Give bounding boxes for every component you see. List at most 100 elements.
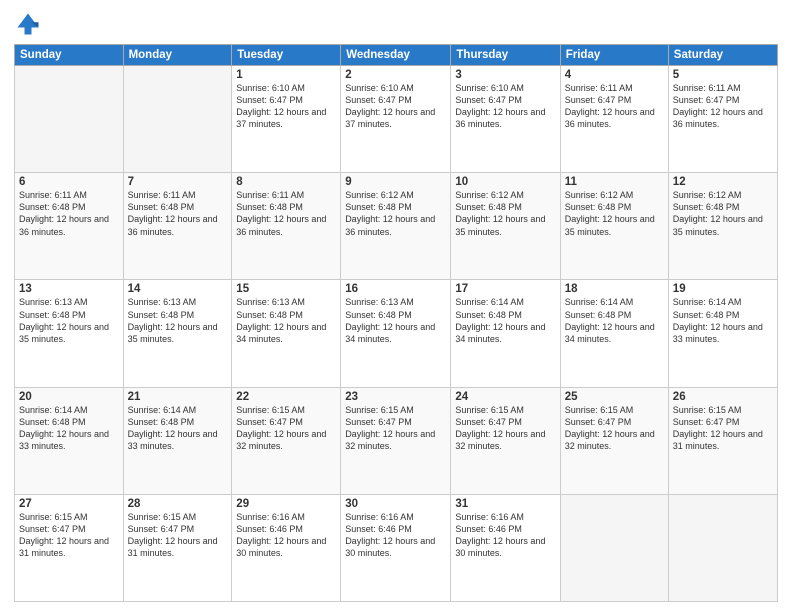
day-info: Sunrise: 6:15 AMSunset: 6:47 PMDaylight:… — [345, 404, 446, 453]
calendar-cell: 22Sunrise: 6:15 AMSunset: 6:47 PMDayligh… — [232, 387, 341, 494]
calendar-cell: 2Sunrise: 6:10 AMSunset: 6:47 PMDaylight… — [341, 66, 451, 173]
calendar: SundayMondayTuesdayWednesdayThursdayFrid… — [14, 44, 778, 602]
day-info: Sunrise: 6:15 AMSunset: 6:47 PMDaylight:… — [128, 511, 228, 560]
calendar-cell: 8Sunrise: 6:11 AMSunset: 6:48 PMDaylight… — [232, 173, 341, 280]
calendar-cell: 16Sunrise: 6:13 AMSunset: 6:48 PMDayligh… — [341, 280, 451, 387]
day-info: Sunrise: 6:16 AMSunset: 6:46 PMDaylight:… — [345, 511, 446, 560]
week-row-1: 1Sunrise: 6:10 AMSunset: 6:47 PMDaylight… — [15, 66, 778, 173]
day-number: 28 — [128, 498, 228, 510]
calendar-cell: 6Sunrise: 6:11 AMSunset: 6:48 PMDaylight… — [15, 173, 124, 280]
day-info: Sunrise: 6:13 AMSunset: 6:48 PMDaylight:… — [345, 296, 446, 345]
day-number: 1 — [236, 69, 336, 81]
day-info: Sunrise: 6:15 AMSunset: 6:47 PMDaylight:… — [236, 404, 336, 453]
weekday-header-row: SundayMondayTuesdayWednesdayThursdayFrid… — [15, 45, 778, 66]
calendar-cell: 1Sunrise: 6:10 AMSunset: 6:47 PMDaylight… — [232, 66, 341, 173]
calendar-cell: 26Sunrise: 6:15 AMSunset: 6:47 PMDayligh… — [668, 387, 777, 494]
calendar-cell: 11Sunrise: 6:12 AMSunset: 6:48 PMDayligh… — [560, 173, 668, 280]
calendar-cell: 24Sunrise: 6:15 AMSunset: 6:47 PMDayligh… — [451, 387, 560, 494]
day-number: 13 — [19, 283, 119, 295]
calendar-cell: 19Sunrise: 6:14 AMSunset: 6:48 PMDayligh… — [668, 280, 777, 387]
calendar-cell: 14Sunrise: 6:13 AMSunset: 6:48 PMDayligh… — [123, 280, 232, 387]
day-number: 19 — [673, 283, 773, 295]
day-number: 10 — [455, 176, 555, 188]
logo — [14, 10, 46, 38]
calendar-cell: 4Sunrise: 6:11 AMSunset: 6:47 PMDaylight… — [560, 66, 668, 173]
calendar-cell: 18Sunrise: 6:14 AMSunset: 6:48 PMDayligh… — [560, 280, 668, 387]
day-number: 16 — [345, 283, 446, 295]
weekday-header-monday: Monday — [123, 45, 232, 66]
day-info: Sunrise: 6:11 AMSunset: 6:47 PMDaylight:… — [565, 82, 664, 131]
day-info: Sunrise: 6:10 AMSunset: 6:47 PMDaylight:… — [455, 82, 555, 131]
day-info: Sunrise: 6:16 AMSunset: 6:46 PMDaylight:… — [236, 511, 336, 560]
calendar-cell: 29Sunrise: 6:16 AMSunset: 6:46 PMDayligh… — [232, 494, 341, 601]
header — [14, 10, 778, 38]
day-info: Sunrise: 6:14 AMSunset: 6:48 PMDaylight:… — [128, 404, 228, 453]
day-info: Sunrise: 6:11 AMSunset: 6:48 PMDaylight:… — [19, 189, 119, 238]
calendar-cell: 31Sunrise: 6:16 AMSunset: 6:46 PMDayligh… — [451, 494, 560, 601]
day-number: 18 — [565, 283, 664, 295]
day-number: 2 — [345, 69, 446, 81]
calendar-cell: 23Sunrise: 6:15 AMSunset: 6:47 PMDayligh… — [341, 387, 451, 494]
day-info: Sunrise: 6:12 AMSunset: 6:48 PMDaylight:… — [345, 189, 446, 238]
weekday-header-sunday: Sunday — [15, 45, 124, 66]
day-info: Sunrise: 6:15 AMSunset: 6:47 PMDaylight:… — [455, 404, 555, 453]
day-number: 5 — [673, 69, 773, 81]
day-number: 6 — [19, 176, 119, 188]
day-info: Sunrise: 6:10 AMSunset: 6:47 PMDaylight:… — [236, 82, 336, 131]
weekday-header-friday: Friday — [560, 45, 668, 66]
calendar-cell: 10Sunrise: 6:12 AMSunset: 6:48 PMDayligh… — [451, 173, 560, 280]
day-number: 26 — [673, 391, 773, 403]
day-info: Sunrise: 6:15 AMSunset: 6:47 PMDaylight:… — [19, 511, 119, 560]
day-number: 25 — [565, 391, 664, 403]
calendar-cell: 9Sunrise: 6:12 AMSunset: 6:48 PMDaylight… — [341, 173, 451, 280]
weekday-header-saturday: Saturday — [668, 45, 777, 66]
day-info: Sunrise: 6:12 AMSunset: 6:48 PMDaylight:… — [455, 189, 555, 238]
calendar-cell: 30Sunrise: 6:16 AMSunset: 6:46 PMDayligh… — [341, 494, 451, 601]
calendar-cell: 25Sunrise: 6:15 AMSunset: 6:47 PMDayligh… — [560, 387, 668, 494]
day-number: 21 — [128, 391, 228, 403]
day-number: 22 — [236, 391, 336, 403]
day-info: Sunrise: 6:11 AMSunset: 6:47 PMDaylight:… — [673, 82, 773, 131]
week-row-3: 13 Sunrise: 6:13 AMSunset: 6:48 PMDayligh… — [15, 280, 778, 387]
day-number: 7 — [128, 176, 228, 188]
day-number: 4 — [565, 69, 664, 81]
day-number: 31 — [455, 498, 555, 510]
day-number: 20 — [19, 391, 119, 403]
calendar-cell: 20Sunrise: 6:14 AMSunset: 6:48 PMDayligh… — [15, 387, 124, 494]
day-info: Sunrise: 6:15 AMSunset: 6:47 PMDaylight:… — [565, 404, 664, 453]
week-row-5: 27Sunrise: 6:15 AMSunset: 6:47 PMDayligh… — [15, 494, 778, 601]
calendar-cell — [123, 66, 232, 173]
day-info: Sunrise: 6:13 AMSunset: 6:48 PMDaylight:… — [236, 296, 336, 345]
day-info: Sunrise: 6:12 AMSunset: 6:48 PMDaylight:… — [565, 189, 664, 238]
day-info: Sunrise: 6:15 AMSunset: 6:47 PMDaylight:… — [673, 404, 773, 453]
day-number: 12 — [673, 176, 773, 188]
calendar-cell — [15, 66, 124, 173]
day-number: 11 — [565, 176, 664, 188]
day-number: 27 — [19, 498, 119, 510]
calendar-cell: 12Sunrise: 6:12 AMSunset: 6:48 PMDayligh… — [668, 173, 777, 280]
weekday-header-wednesday: Wednesday — [341, 45, 451, 66]
weekday-header-tuesday: Tuesday — [232, 45, 341, 66]
day-info: Sunrise: 6:16 AMSunset: 6:46 PMDaylight:… — [455, 511, 555, 560]
day-number: 15 — [236, 283, 336, 295]
calendar-cell: 13Sunrise: 6:13 AMSunset: 6:48 PMDayligh… — [15, 280, 124, 387]
logo-icon — [14, 10, 42, 38]
weekday-header-thursday: Thursday — [451, 45, 560, 66]
day-number: 17 — [455, 283, 555, 295]
calendar-cell: 7Sunrise: 6:11 AMSunset: 6:48 PMDaylight… — [123, 173, 232, 280]
calendar-cell: 21Sunrise: 6:14 AMSunset: 6:48 PMDayligh… — [123, 387, 232, 494]
day-info: Sunrise: 6:11 AMSunset: 6:48 PMDaylight:… — [128, 189, 228, 238]
week-row-2: 6Sunrise: 6:11 AMSunset: 6:48 PMDaylight… — [15, 173, 778, 280]
day-info: Sunrise: 6:13 AMSunset: 6:48 PMDaylight:… — [128, 296, 228, 345]
day-number: 24 — [455, 391, 555, 403]
day-info: Sunrise: 6:10 AMSunset: 6:47 PMDaylight:… — [345, 82, 446, 131]
day-number: 14 — [128, 283, 228, 295]
calendar-cell: 28Sunrise: 6:15 AMSunset: 6:47 PMDayligh… — [123, 494, 232, 601]
calendar-cell: 3Sunrise: 6:10 AMSunset: 6:47 PMDaylight… — [451, 66, 560, 173]
calendar-cell: 5Sunrise: 6:11 AMSunset: 6:47 PMDaylight… — [668, 66, 777, 173]
day-number: 8 — [236, 176, 336, 188]
calendar-cell — [668, 494, 777, 601]
day-number: 23 — [345, 391, 446, 403]
week-row-4: 20 Sunrise: 6:14 AMSunset: 6:48 PMDayligh… — [15, 387, 778, 494]
day-info: Sunrise: 6:12 AMSunset: 6:48 PMDaylight:… — [673, 189, 773, 238]
